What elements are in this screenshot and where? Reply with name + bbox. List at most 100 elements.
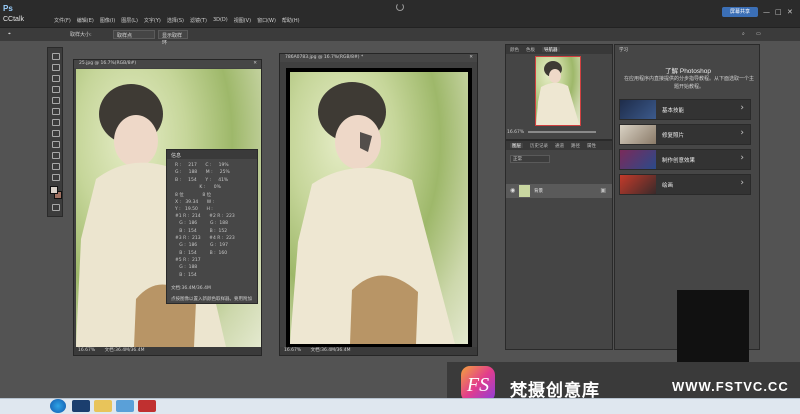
layer-thumbnail (519, 185, 530, 197)
lasso-tool-icon[interactable] (52, 75, 60, 82)
menu-item[interactable]: 图层(L) (121, 17, 138, 24)
eyedropper-tool-icon[interactable]: ⌖ (8, 31, 11, 37)
close-icon[interactable]: ✕ (469, 54, 473, 62)
document-window-right: 786A0783.jpg @ 16.7%(RGB/8#) * ✕ 16.67% … (279, 53, 478, 356)
learn-card-label: 制作创意效果 (662, 158, 696, 164)
tab-learn[interactable]: 学习 (619, 47, 628, 53)
foreground-color-swatch[interactable] (50, 186, 58, 194)
learn-card-painting[interactable]: 绘画 › (619, 174, 751, 195)
document-tab-right[interactable]: 786A0783.jpg @ 16.7%(RGB/8#) * ✕ (280, 54, 477, 62)
navigator-zoom-slider[interactable] (528, 131, 596, 133)
navigator-thumbnail[interactable] (535, 56, 581, 126)
menu-item[interactable]: 视图(V) (234, 17, 251, 24)
menu-item[interactable]: 3D(D) (213, 17, 228, 24)
chevron-right-icon: › (740, 178, 744, 188)
learn-card-label: 绘画 (662, 183, 674, 189)
menu-item[interactable]: 图像(I) (100, 17, 115, 24)
tab-properties[interactable]: 属性 (587, 143, 596, 149)
brush-tool-icon[interactable] (52, 130, 60, 137)
menu-item[interactable]: 编辑(E) (77, 17, 94, 24)
quick-mask-icon[interactable] (52, 204, 60, 211)
tab-history[interactable]: 历史记录 (530, 143, 548, 149)
info-row: G : 186 G : 188 (175, 221, 228, 227)
close-icon[interactable]: ✕ (787, 8, 793, 16)
crop-tool-icon[interactable] (52, 97, 60, 104)
info-row: B : 154 B : 160 (175, 250, 228, 256)
status-bar-right: 16.67% 文档:36.4M/36.4M (280, 347, 477, 355)
learn-card-thumbnail (620, 100, 656, 119)
options-bar: ⌖ 取样大小: 取样点 显示取样环 ⌕ ▭ (0, 27, 800, 46)
sample-size-label: 取样大小: (70, 32, 92, 38)
tab-swatches[interactable]: 色板 (526, 47, 535, 53)
menu-item[interactable]: 文字(Y) (144, 17, 161, 24)
sample-size-select[interactable]: 取样点 (113, 30, 155, 39)
status-bar-left: 16.67% 文档:36.4M/36.4M (74, 347, 261, 355)
eraser-tool-icon[interactable] (52, 152, 60, 159)
info-row: #5 R : 217 (175, 257, 201, 263)
start-button[interactable] (50, 399, 66, 413)
visibility-eye-icon[interactable]: ◉ (510, 187, 515, 194)
zoom-tool-icon[interactable] (52, 174, 60, 181)
cctalk-label: CCtalk (3, 16, 25, 23)
navigator-zoom[interactable]: 16.67% (507, 130, 524, 135)
zoom-level: 16.67% (284, 348, 302, 353)
canvas-photo-right[interactable] (290, 72, 468, 344)
eyedropper-tool-icon[interactable] (52, 108, 60, 115)
tab-channels[interactable]: 通道 (555, 143, 564, 149)
menu-item[interactable]: 选择(S) (167, 17, 184, 24)
layer-row-background[interactable]: ◉ 背景 ▣ (506, 184, 612, 198)
canvas-frame (286, 68, 472, 348)
learn-card-label: 基本技能 (662, 108, 685, 114)
document-size: 文档:36.4M/36.4M (310, 348, 351, 353)
tab-paths[interactable]: 路径 (571, 143, 580, 149)
tab-color[interactable]: 颜色 (510, 47, 519, 53)
menu-item[interactable]: 滤镜(T) (190, 17, 207, 24)
quick-select-tool-icon[interactable] (52, 86, 60, 93)
text-tool-icon[interactable] (52, 163, 60, 170)
info-row: #1 R : 214 #2 R : 223 (175, 214, 235, 220)
learn-card-thumbnail (620, 150, 656, 169)
layers-tabs: 图层 历史记录 通道 路径 属性 (506, 141, 612, 150)
taskbar-browser-icon[interactable] (116, 400, 134, 412)
move-tool-icon[interactable] (52, 53, 60, 60)
navigator-tabs: 颜色 色板 导航器 (506, 45, 612, 54)
screen-share-button[interactable]: 屏幕共享 (722, 7, 758, 17)
taskbar-app-icon[interactable] (138, 400, 156, 412)
maximize-icon[interactable]: □ (775, 8, 782, 16)
blend-mode-select[interactable]: 正常 (510, 155, 550, 163)
info-row: Y : 19.50 H : (175, 206, 213, 212)
learn-title: 了解 Photoshop (665, 68, 711, 75)
tab-layers[interactable]: 图层 (510, 143, 523, 149)
thumbnail-photo (536, 61, 580, 125)
taskbar-photoshop-icon[interactable] (72, 400, 90, 412)
menu-item[interactable]: 窗口(W) (257, 17, 276, 24)
learn-card-creative-effects[interactable]: 制作创意效果 › (619, 149, 751, 170)
chevron-right-icon: › (740, 128, 744, 138)
tab-navigator[interactable]: 导航器 (542, 47, 560, 53)
info-row: #3 R : 213 #4 R : 223 (175, 236, 235, 241)
stamp-tool-icon[interactable] (52, 141, 60, 148)
info-row: X : 39.34 W : (175, 199, 215, 205)
minimize-icon[interactable]: — (763, 8, 770, 16)
document-size: 文档:36.4M/36.4M (104, 348, 145, 353)
chevron-right-icon: › (740, 153, 744, 163)
learn-description: 在应用程序内直接提供的分步指导教程。从下面选取一个主题开始教程。 (623, 76, 754, 90)
info-row: K : 0% (175, 184, 221, 190)
menu-items: 文件(F) 编辑(E) 图像(I) 图层(L) 文字(Y) 选择(S) 滤镜(T) 3D(D)… (54, 17, 300, 24)
healing-tool-icon[interactable] (52, 119, 60, 126)
marquee-tool-icon[interactable] (52, 64, 60, 71)
photoshop-window: Ps CCtalk 文件(F) 编辑(E) 图像(I) 图层(L) 文字(Y) 选择(S)… (0, 0, 800, 398)
document-tab-left[interactable]: 25.jpg @ 16.7%(RGB/8#) ✕ (74, 60, 261, 68)
video-overlay (677, 290, 749, 362)
show-sampling-ring-checkbox[interactable]: 显示取样环 (158, 30, 188, 46)
info-row: B : 154 B : 152 (175, 228, 228, 234)
learn-card-basic-skills[interactable]: 基本技能 › (619, 99, 751, 120)
close-icon[interactable]: ✕ (253, 60, 257, 68)
learn-card-thumbnail (620, 125, 656, 144)
taskbar-folder-icon[interactable] (94, 400, 112, 412)
learn-card-fix-photo[interactable]: 修复照片 › (619, 124, 751, 145)
search-icon[interactable]: ⌕ (742, 31, 745, 37)
menu-item[interactable]: 文件(F) (54, 17, 71, 24)
menu-item[interactable]: 帮助(H) (282, 17, 300, 24)
workspace-icon[interactable]: ▭ (756, 31, 761, 37)
